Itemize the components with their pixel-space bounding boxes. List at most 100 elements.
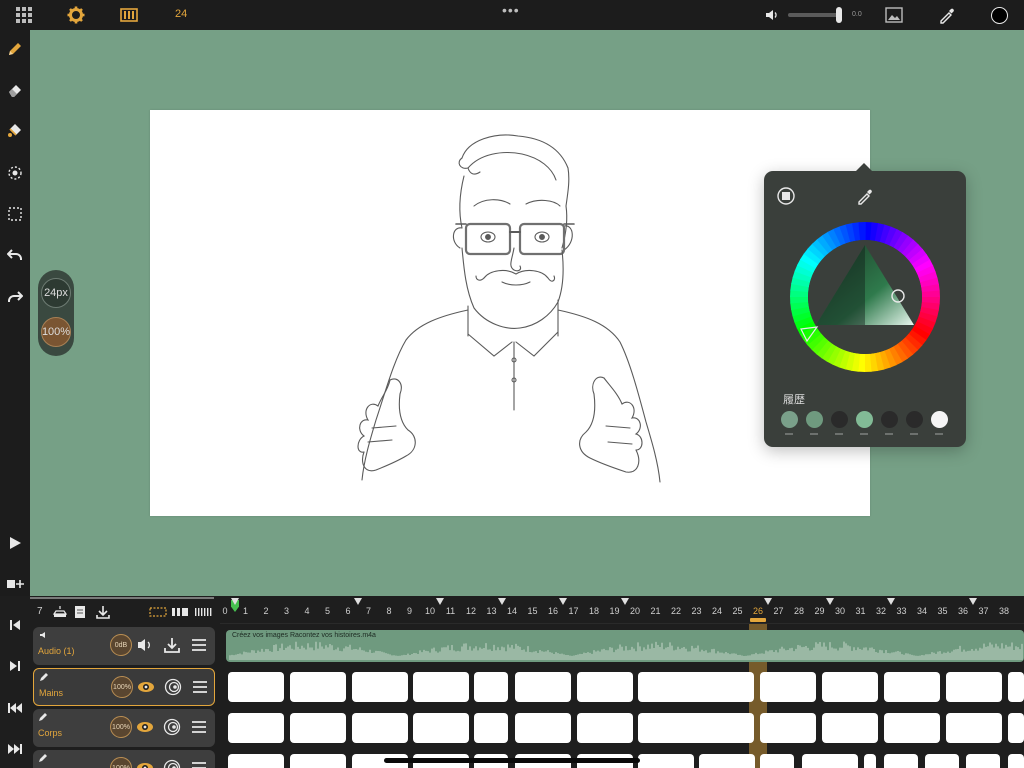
frame-number[interactable]: 20 [630, 606, 640, 616]
brush-opacity-button[interactable]: 100% [41, 317, 71, 347]
frame-number[interactable]: 4 [304, 606, 309, 616]
frame-number[interactable]: 14 [507, 606, 517, 616]
frame-cell[interactable] [352, 672, 408, 702]
frame-number[interactable]: 28 [794, 606, 804, 616]
visibility-icon[interactable] [136, 718, 154, 736]
speaker-icon[interactable] [136, 636, 154, 654]
frame-number[interactable]: 17 [568, 606, 578, 616]
canvas-area[interactable]: 24px 100% 履歴 [30, 30, 1024, 596]
track-header-audio-1[interactable]: Audio (1) 0dB [33, 627, 215, 665]
import-icon[interactable] [93, 602, 113, 622]
track-opacity-button[interactable]: 100% [110, 716, 132, 738]
drawing-canvas[interactable] [150, 110, 870, 516]
frame-number[interactable]: 0 [222, 606, 227, 616]
frame-number[interactable]: 18 [589, 606, 599, 616]
timeline-ruler[interactable]: 0 1 2 3 4 5 6 7 8 9 10 11 12 13 14 15 16 17 18 19 20 21 22 23 24… [220, 596, 1024, 624]
frame-number[interactable]: 27 [773, 606, 783, 616]
frame-cell[interactable] [760, 754, 794, 768]
color-mode-icon[interactable] [776, 186, 796, 206]
frame-cell[interactable] [802, 754, 858, 768]
frame-cell[interactable] [1008, 713, 1024, 743]
frame-cell[interactable] [228, 754, 284, 768]
frame-cell[interactable] [638, 754, 694, 768]
frame-number[interactable]: 29 [814, 606, 824, 616]
keyframe-marker[interactable] [764, 598, 773, 605]
track-volume-button[interactable]: 0dB [110, 634, 132, 656]
keyframe-marker[interactable] [887, 598, 896, 605]
onion-skin-icon[interactable] [164, 678, 182, 696]
history-swatch[interactable] [781, 411, 798, 428]
menu-icon[interactable] [190, 759, 208, 768]
history-swatch[interactable] [931, 411, 948, 428]
frame-cell[interactable] [946, 713, 1002, 743]
frame-number[interactable]: 35 [937, 606, 947, 616]
menu-icon[interactable] [190, 718, 208, 736]
volume-slider[interactable] [788, 13, 840, 17]
paint-bucket-icon[interactable] [5, 121, 25, 141]
add-frame-icon[interactable] [5, 574, 25, 594]
keyframe-marker[interactable] [969, 598, 978, 605]
frame-cell[interactable] [822, 672, 878, 702]
keyframe-marker[interactable] [231, 598, 240, 605]
frame-number[interactable]: 7 [366, 606, 371, 616]
fast-forward-icon[interactable] [6, 740, 24, 758]
frame-number[interactable]: 36 [958, 606, 968, 616]
frame-number[interactable]: 37 [978, 606, 988, 616]
frame-number[interactable]: 2 [263, 606, 268, 616]
frame-cell[interactable] [577, 713, 633, 743]
frame-cell[interactable] [352, 713, 408, 743]
frame-number[interactable]: 6 [345, 606, 350, 616]
film-icon[interactable] [119, 5, 139, 25]
frame-number[interactable]: 26 [753, 606, 763, 616]
frame-selection-icon[interactable] [148, 602, 168, 622]
frame-number[interactable]: 38 [999, 606, 1009, 616]
frame-number[interactable]: 13 [486, 606, 496, 616]
frame-cell[interactable] [946, 672, 1002, 702]
frame-number[interactable]: 15 [527, 606, 537, 616]
current-color-swatch[interactable] [991, 7, 1008, 24]
speaker-icon[interactable] [762, 5, 782, 25]
track-header-layer[interactable]: 100% [33, 750, 215, 768]
frame-cell[interactable] [699, 754, 755, 768]
playhead-handle[interactable] [750, 618, 766, 622]
frame-number[interactable]: 19 [609, 606, 619, 616]
history-swatch[interactable] [906, 411, 923, 428]
audio-clip[interactable]: Créez vos images Racontez vos histoires.… [226, 630, 1024, 662]
frame-number[interactable]: 8 [386, 606, 391, 616]
frame-cell[interactable] [290, 713, 346, 743]
history-swatch[interactable] [881, 411, 898, 428]
undo-icon[interactable] [5, 245, 25, 265]
frame-cell[interactable] [413, 713, 469, 743]
track-opacity-button[interactable]: 100% [111, 676, 133, 698]
home-indicator[interactable] [384, 758, 640, 763]
frame-cell[interactable] [884, 713, 940, 743]
frame-number[interactable]: 9 [407, 606, 412, 616]
frame-cell[interactable] [864, 754, 876, 768]
frame-cell[interactable] [1008, 672, 1024, 702]
frame-cell[interactable] [760, 713, 816, 743]
eyedropper-icon[interactable] [937, 5, 957, 25]
frame-cell[interactable] [577, 672, 633, 702]
history-swatch[interactable] [831, 411, 848, 428]
keyframe-marker[interactable] [620, 598, 629, 605]
track-header-mains[interactable]: Mains 100% [33, 668, 215, 706]
frame-cell[interactable] [474, 672, 508, 702]
visibility-icon[interactable] [136, 759, 154, 768]
play-icon[interactable] [5, 533, 25, 553]
frame-number[interactable]: 31 [855, 606, 865, 616]
keyframe-marker[interactable] [497, 598, 506, 605]
frame-number[interactable]: 5 [325, 606, 330, 616]
onion-skin-icon[interactable] [163, 718, 181, 736]
history-swatch[interactable] [806, 411, 823, 428]
frame-number[interactable]: 32 [876, 606, 886, 616]
eyedropper-icon[interactable] [855, 186, 875, 206]
frame-cell[interactable] [966, 754, 1000, 768]
frame-number[interactable]: 23 [691, 606, 701, 616]
frame-number[interactable]: 12 [466, 606, 476, 616]
frame-number[interactable]: 25 [732, 606, 742, 616]
frame-cell[interactable] [822, 713, 878, 743]
selection-icon[interactable] [5, 204, 25, 224]
frame-cell[interactable] [760, 672, 816, 702]
frame-number[interactable]: 16 [548, 606, 558, 616]
eraser-icon[interactable] [5, 80, 25, 100]
